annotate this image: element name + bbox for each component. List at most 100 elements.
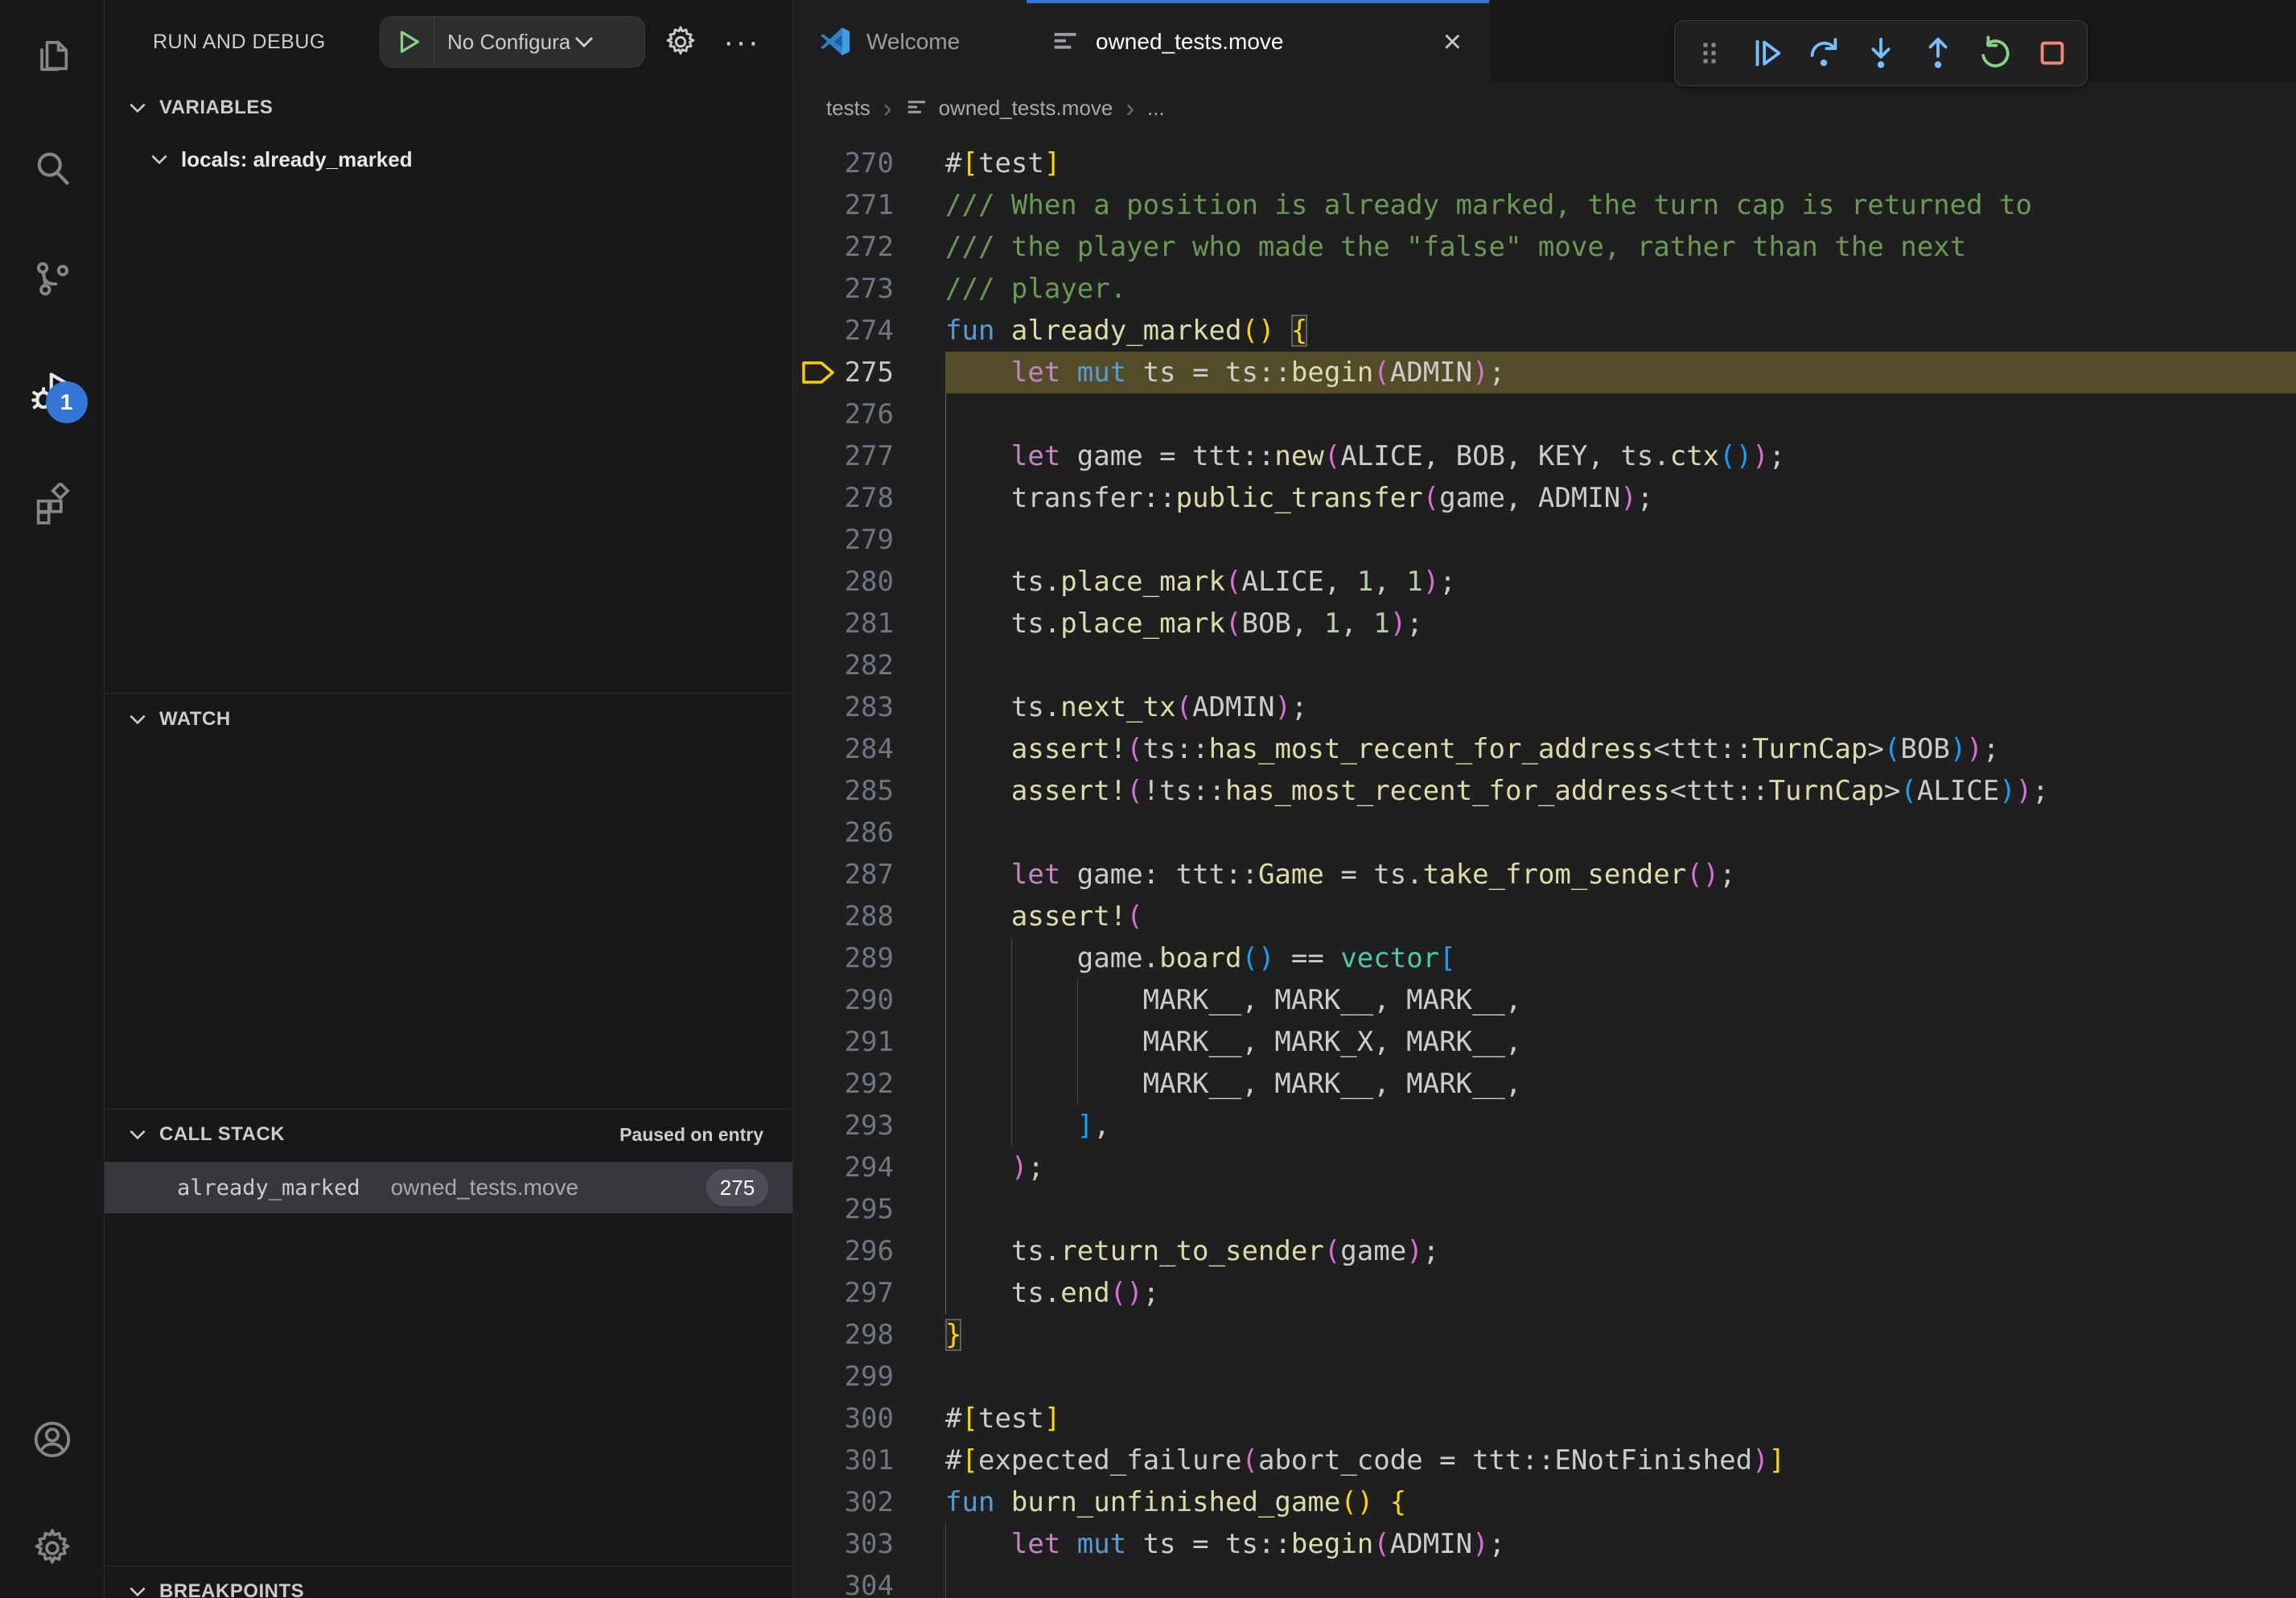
gutter-marker-slot[interactable] (794, 1063, 839, 1105)
close-tab-icon[interactable]: × (1440, 23, 1465, 61)
code-line[interactable]: 295 (794, 1188, 2296, 1230)
code-line[interactable]: 271/// When a position is already marked… (794, 184, 2296, 226)
gutter-marker-slot[interactable] (794, 1356, 839, 1398)
gutter-marker-slot[interactable] (794, 1272, 839, 1314)
code-line[interactable]: 282 (794, 645, 2296, 686)
code-line[interactable]: 272/// the player who made the "false" m… (794, 226, 2296, 268)
gutter-marker-slot[interactable] (794, 979, 839, 1021)
breakpoints-section-header[interactable]: BREAKPOINTS (105, 1571, 792, 1598)
code-line[interactable]: 281 ts.place_mark(BOB, 1, 1); (794, 603, 2296, 645)
gutter-marker-slot[interactable] (794, 1021, 839, 1063)
gutter-marker-slot[interactable] (794, 1523, 839, 1565)
drag-grip-icon[interactable] (1687, 31, 1732, 76)
debug-config-dropdown[interactable]: No Configura (380, 16, 645, 68)
code-line[interactable]: 274fun already_marked() { (794, 310, 2296, 352)
gutter-marker-slot[interactable] (794, 561, 839, 603)
code-line[interactable]: 276 (794, 393, 2296, 435)
breadcrumb-symbol[interactable]: ... (1147, 96, 1165, 121)
gutter-marker-slot[interactable] (794, 477, 839, 519)
gutter-marker-slot[interactable] (794, 770, 839, 812)
code-area[interactable]: 270#[test]271/// When a position is alre… (794, 132, 2296, 1598)
gutter-marker-slot[interactable] (794, 310, 839, 352)
gutter-marker-slot[interactable] (794, 142, 839, 184)
gutter-marker-slot[interactable] (794, 645, 839, 686)
gutter-marker-slot[interactable] (794, 812, 839, 854)
gutter-marker-slot[interactable] (794, 603, 839, 645)
stop-icon[interactable] (2030, 31, 2075, 76)
code-line[interactable]: 294 ); (794, 1147, 2296, 1188)
code-line[interactable]: 287 let game: ttt::Game = ts.take_from_s… (794, 854, 2296, 896)
code-line[interactable]: 298} (794, 1314, 2296, 1356)
gutter-marker-slot[interactable] (794, 435, 839, 477)
code-line[interactable]: 290 MARK__, MARK__, MARK__, (794, 979, 2296, 1021)
gutter-marker-slot[interactable] (794, 1314, 839, 1356)
continue-icon[interactable] (1744, 31, 1789, 76)
gutter-marker-slot[interactable] (794, 1481, 839, 1523)
code-line[interactable]: 293 ], (794, 1105, 2296, 1147)
run-and-debug-icon[interactable]: 1 (27, 365, 78, 417)
gutter-marker-slot[interactable] (794, 393, 839, 435)
start-debug-icon[interactable] (381, 28, 434, 56)
gutter-marker-slot[interactable] (794, 728, 839, 770)
source-control-icon[interactable] (27, 253, 78, 304)
code-line[interactable]: 288 assert!( (794, 896, 2296, 937)
code-line[interactable]: 270#[test] (794, 142, 2296, 184)
code-line[interactable]: 289 game.board() == vector[ (794, 937, 2296, 979)
gutter-marker-slot[interactable] (794, 686, 839, 728)
code-line[interactable]: 291 MARK__, MARK_X, MARK__, (794, 1021, 2296, 1063)
gutter-marker-slot[interactable] (794, 1230, 839, 1272)
code-line[interactable]: 296 ts.return_to_sender(game); (794, 1230, 2296, 1272)
call-stack-frame[interactable]: already_markedowned_tests.move275 (105, 1162, 792, 1213)
gutter-marker-slot[interactable] (794, 896, 839, 937)
tab-welcome[interactable]: Welcome (794, 0, 1027, 84)
code-line[interactable]: 273/// player. (794, 268, 2296, 310)
code-line[interactable]: 300#[test] (794, 1398, 2296, 1439)
code-line[interactable]: 303 let mut ts = ts::begin(ADMIN); (794, 1523, 2296, 1565)
code-line[interactable]: 279 (794, 519, 2296, 561)
gutter-marker-slot[interactable] (794, 1398, 839, 1439)
code-line[interactable]: 304 (794, 1565, 2296, 1598)
call-stack-section-header[interactable]: CALL STACK Paused on entry (105, 1114, 792, 1155)
gutter-marker-slot[interactable] (794, 519, 839, 561)
search-icon[interactable] (27, 142, 78, 194)
gutter-marker-slot[interactable] (794, 226, 839, 268)
gutter-marker-slot[interactable] (794, 854, 839, 896)
gutter-marker-slot[interactable] (794, 1439, 839, 1481)
code-line[interactable]: 297 ts.end(); (794, 1272, 2296, 1314)
code-line[interactable]: 275 let mut ts = ts::begin(ADMIN); (794, 352, 2296, 393)
variables-section-header[interactable]: VARIABLES (105, 87, 792, 129)
step-over-icon[interactable] (1801, 31, 1846, 76)
code-line[interactable]: 299 (794, 1356, 2296, 1398)
code-line[interactable]: 277 let game = ttt::new(ALICE, BOB, KEY,… (794, 435, 2296, 477)
code-line[interactable]: 278 transfer::public_transfer(game, ADMI… (794, 477, 2296, 519)
current-statement-marker[interactable] (794, 352, 839, 393)
code-line[interactable]: 284 assert!(ts::has_most_recent_for_addr… (794, 728, 2296, 770)
gutter-marker-slot[interactable] (794, 1565, 839, 1598)
step-into-icon[interactable] (1858, 31, 1903, 76)
variables-scope-row[interactable]: locals: already_marked (105, 138, 792, 180)
gutter-marker-slot[interactable] (794, 268, 839, 310)
settings-gear-icon[interactable] (27, 1522, 78, 1574)
code-line[interactable]: 280 ts.place_mark(ALICE, 1, 1); (794, 561, 2296, 603)
code-line[interactable]: 286 (794, 812, 2296, 854)
breadcrumb-folder[interactable]: tests (826, 96, 870, 121)
tab-owned-tests-move[interactable]: owned_tests.move × (1027, 0, 1490, 84)
gutter-marker-slot[interactable] (794, 1147, 839, 1188)
gutter-marker-slot[interactable] (794, 184, 839, 226)
code-line[interactable]: 285 assert!(!ts::has_most_recent_for_add… (794, 770, 2296, 812)
gutter-marker-slot[interactable] (794, 1188, 839, 1230)
more-actions-icon[interactable]: ··· (718, 18, 766, 66)
code-line[interactable]: 302fun burn_unfinished_game() { (794, 1481, 2296, 1523)
step-out-icon[interactable] (1915, 31, 1961, 76)
code-line[interactable]: 301#[expected_failure(abort_code = ttt::… (794, 1439, 2296, 1481)
explorer-icon[interactable] (27, 30, 78, 81)
gutter-marker-slot[interactable] (794, 937, 839, 979)
restart-icon[interactable] (1973, 31, 2018, 76)
code-line[interactable]: 292 MARK__, MARK__, MARK__, (794, 1063, 2296, 1105)
extensions-icon[interactable] (27, 478, 78, 529)
debug-settings-gear-icon[interactable] (658, 18, 703, 66)
watch-section-header[interactable]: WATCH (105, 698, 792, 740)
breadcrumb-file[interactable]: owned_tests.move (905, 96, 1113, 121)
account-icon[interactable] (27, 1414, 78, 1465)
code-line[interactable]: 283 ts.next_tx(ADMIN); (794, 686, 2296, 728)
